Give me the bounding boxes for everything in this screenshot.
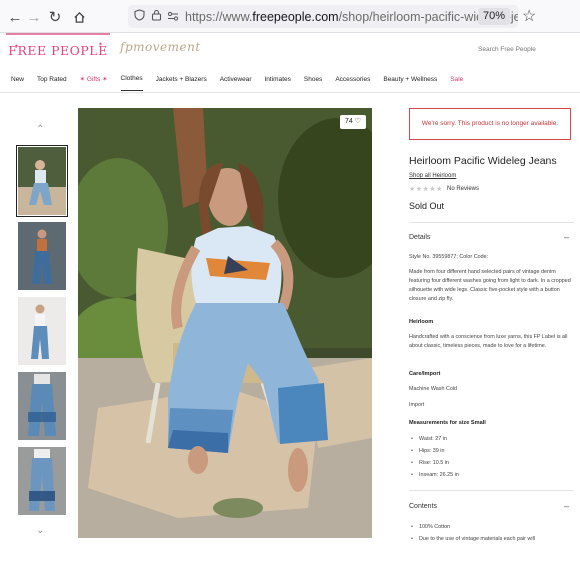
heart-icon: ♡ xyxy=(354,118,361,125)
shop-all-link[interactable]: Shop all Heirloom xyxy=(409,173,456,179)
bookmark-star-icon[interactable]: ☆ xyxy=(522,6,536,26)
style-number: Style No. 39559877; Color Code: xyxy=(409,254,489,260)
care-text: Machine Wash Cold xyxy=(409,386,458,392)
collapse-details-icon[interactable]: – xyxy=(564,232,569,242)
care-heading: Care/Import xyxy=(409,371,441,377)
list-item: Waist: 27 in xyxy=(409,433,573,445)
main-product-image[interactable]: 74 ♡ xyxy=(78,108,372,538)
unavailable-alert: We're sorry. This product is no longer a… xyxy=(409,108,571,140)
browser-toolbar: ← → ↻ https://www.freepeople.com/shop/he… xyxy=(0,0,580,33)
url-text: https://www.freepeople.com/shop/heirloom… xyxy=(185,10,518,24)
favorite-button[interactable]: 74 ♡ xyxy=(339,115,366,129)
thumbnail-up-chevron-icon[interactable]: ⌃ xyxy=(36,124,44,135)
contents-heading[interactable]: Contents xyxy=(409,503,437,510)
nav-item-jackets[interactable]: Jackets + Blazers xyxy=(156,76,207,83)
divider xyxy=(409,222,574,223)
nav-item-new[interactable]: New xyxy=(11,76,24,83)
address-bar[interactable]: https://www.freepeople.com/shop/heirloom… xyxy=(128,5,518,28)
nav-item-intimates[interactable]: Intimates xyxy=(265,76,291,83)
measurements-heading: Measurements for size Small xyxy=(409,420,486,426)
tracking-icon[interactable] xyxy=(151,9,162,24)
thumbnail-5[interactable] xyxy=(18,447,66,515)
list-item: Due to the use of vintage materials each… xyxy=(409,533,573,545)
free-people-logo[interactable]: FREE PEOPLE ✶ ✶ xyxy=(6,33,110,65)
divider xyxy=(409,490,574,491)
nav-item-beauty[interactable]: Beauty + Wellness xyxy=(383,76,437,83)
import-text: Import xyxy=(409,402,425,408)
availability-status: Sold Out xyxy=(409,201,445,211)
list-item: 100% Cotton xyxy=(409,521,573,533)
rating-stars[interactable]: ★★★★★ xyxy=(409,185,443,193)
product-title: Heirloom Pacific Wideleg Jeans xyxy=(409,155,557,167)
contents-list: 100% Cotton Due to the use of vintage ma… xyxy=(409,521,573,545)
nav-item-sale[interactable]: Sale xyxy=(450,76,463,83)
nav-item-accessories[interactable]: Accessories xyxy=(335,76,370,83)
product-description: Made from four different hand selected p… xyxy=(409,269,571,302)
home-icon[interactable] xyxy=(67,5,91,29)
list-item: Rise: 10.5 in xyxy=(409,457,573,469)
zoom-level[interactable]: 70% xyxy=(477,8,510,25)
fp-movement-logo[interactable]: fpmovement xyxy=(120,40,201,54)
heirloom-text: Handcrafted with a conscience from luxe … xyxy=(409,334,568,349)
url-domain: freepeople.com xyxy=(252,9,339,24)
list-item: Hips: 39 in xyxy=(409,445,573,457)
nav-item-clothes[interactable]: Clothes xyxy=(120,75,143,91)
collapse-contents-icon[interactable]: – xyxy=(564,501,569,511)
sparkle-icon: ✶ xyxy=(98,42,104,48)
main-nav: New Top Rated ✶ Gifts ✶ Clothes Jackets … xyxy=(0,67,580,91)
thumbnail-4[interactable] xyxy=(18,372,66,440)
site-header: FREE PEOPLE ✶ ✶ fpmovement xyxy=(0,33,580,65)
thumbnail-1[interactable] xyxy=(16,145,68,217)
nav-item-activewear[interactable]: Activewear xyxy=(220,76,252,83)
shield-icon[interactable] xyxy=(134,9,145,24)
url-prefix: https://www. xyxy=(185,9,253,24)
divider xyxy=(0,92,580,93)
list-item: Inseam: 26.25 in xyxy=(409,469,573,481)
nav-item-top-rated[interactable]: Top Rated xyxy=(37,76,67,83)
measurements-list: Waist: 27 in Hips: 39 in Rise: 10.5 in I… xyxy=(409,433,573,481)
thumbnail-3[interactable] xyxy=(18,297,66,365)
nav-item-shoes[interactable]: Shoes xyxy=(304,76,322,83)
thumbnail-down-chevron-icon[interactable]: ⌄ xyxy=(36,525,44,536)
heirloom-heading: Heirloom xyxy=(409,319,434,325)
details-heading[interactable]: Details xyxy=(409,234,430,241)
search-input[interactable] xyxy=(478,41,574,57)
logo-text: FREE PEOPLE xyxy=(8,42,108,58)
favorite-count: 74 xyxy=(344,118,353,125)
sparkle-icon: ✶ xyxy=(14,44,20,50)
reviews-link[interactable]: No Reviews xyxy=(447,186,479,192)
thumbnail-2[interactable] xyxy=(18,222,66,290)
reload-icon[interactable]: ↻ xyxy=(43,5,67,29)
permissions-icon[interactable] xyxy=(167,10,179,24)
nav-item-gifts[interactable]: ✶ Gifts ✶ xyxy=(80,75,108,83)
